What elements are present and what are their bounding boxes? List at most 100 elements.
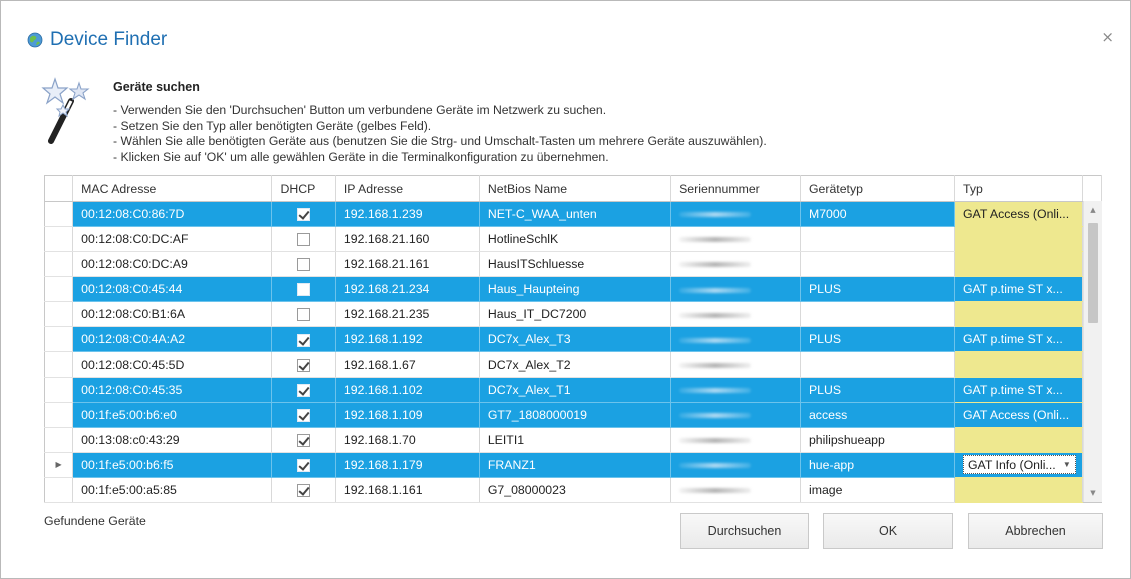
dhcp-checkbox[interactable] — [297, 308, 311, 322]
dhcp-checkbox[interactable] — [297, 233, 311, 247]
chevron-down-icon[interactable]: ▼ — [1063, 460, 1071, 469]
row-indicator[interactable] — [44, 402, 74, 428]
row-indicator[interactable] — [44, 351, 74, 378]
dhcp-cell[interactable] — [271, 351, 336, 378]
table-row[interactable]: 00:12:08:C0:DC:A9 192.168.21.161 HausITSch… — [44, 251, 1102, 278]
dhcp-checkbox[interactable] — [297, 358, 311, 372]
device-finder-dialog: Device Finder × Geräte suchen - Verwende… — [0, 0, 1131, 579]
mac-cell: 00:12:08:C0:B1:6A — [72, 301, 273, 328]
mac-cell: 00:1f:e5:00:b6:e0 — [72, 402, 273, 428]
table-row[interactable]: 00:12:08:C0:86:7D 192.168.1.239 NET-C_WAA_… — [44, 201, 1102, 228]
redacted-serial — [679, 237, 752, 243]
type-cell[interactable]: GAT Info (Onli... ▼ — [954, 452, 1083, 478]
type-cell[interactable] — [954, 477, 1083, 504]
instruction-line: - Wählen Sie alle benötigten Geräte aus … — [113, 134, 767, 149]
dhcp-checkbox[interactable] — [297, 258, 311, 272]
row-indicator[interactable]: ▶ — [44, 452, 74, 478]
dhcp-checkbox[interactable] — [297, 208, 311, 222]
table-row[interactable]: 00:12:08:C0:45:35 192.168.1.102 DC7x_Alex_… — [44, 377, 1102, 403]
serial-cell — [670, 377, 801, 403]
scroll-down-icon[interactable]: ▼ — [1084, 486, 1102, 500]
scroll-up-icon[interactable]: ▲ — [1084, 203, 1102, 217]
redacted-serial — [679, 212, 752, 218]
devtype-cell: PLUS — [800, 326, 955, 353]
search-button[interactable]: Durchsuchen — [680, 513, 809, 549]
row-indicator[interactable] — [44, 276, 74, 303]
table-row[interactable]: 00:12:08:C0:45:5D 192.168.1.67 DC7x_Alex_T… — [44, 351, 1102, 378]
dhcp-cell[interactable] — [271, 402, 336, 428]
table-row[interactable]: 00:12:08:C0:B1:6A 192.168.21.235 Haus_IT_D… — [44, 301, 1102, 328]
row-indicator[interactable] — [44, 201, 74, 228]
mac-cell: 00:12:08:C0:DC:A9 — [72, 251, 273, 278]
type-dropdown[interactable]: GAT Info (Onli... ▼ — [962, 455, 1076, 475]
scroll-thumb[interactable] — [1088, 223, 1098, 323]
row-indicator[interactable] — [44, 477, 74, 504]
type-cell[interactable]: GAT Access (Onli... — [954, 201, 1083, 228]
row-indicator[interactable] — [44, 427, 74, 453]
dialog-title: Device Finder — [50, 29, 168, 50]
dhcp-checkbox[interactable] — [297, 433, 311, 447]
type-cell[interactable] — [954, 427, 1083, 453]
dhcp-checkbox[interactable] — [297, 283, 311, 297]
dhcp-cell[interactable] — [271, 427, 336, 453]
table-row[interactable]: 00:12:08:C0:4A:A2 192.168.1.192 DC7x_Alex_… — [44, 326, 1102, 353]
type-cell[interactable]: GAT p.time ST x... — [954, 326, 1083, 353]
type-cell[interactable] — [954, 226, 1083, 253]
table-row[interactable]: 00:12:08:C0:DC:AF 192.168.21.160 HotlineSc… — [44, 226, 1102, 253]
column-header-devtype[interactable]: Gerätetyp — [800, 175, 955, 202]
column-header-netbios[interactable]: NetBios Name — [479, 175, 672, 202]
serial-cell — [670, 351, 801, 378]
found-devices-label: Gefundene Geräte — [44, 514, 146, 528]
mac-cell: 00:12:08:C0:45:35 — [72, 377, 273, 403]
column-header-serial[interactable]: Seriennummer — [670, 175, 801, 202]
dhcp-checkbox[interactable] — [297, 484, 311, 498]
instructions: Geräte suchen - Verwenden Sie den 'Durch… — [113, 80, 767, 166]
column-header-dhcp[interactable]: DHCP — [271, 175, 336, 202]
devtype-cell: hue-app — [800, 452, 955, 478]
dhcp-cell[interactable] — [271, 251, 336, 278]
dhcp-cell[interactable] — [271, 477, 336, 504]
dhcp-cell[interactable] — [271, 201, 336, 228]
type-cell[interactable] — [954, 251, 1083, 278]
table-row[interactable]: 00:1f:e5:00:b6:e0 192.168.1.109 GT7_180800… — [44, 402, 1102, 428]
dhcp-cell[interactable] — [271, 276, 336, 303]
dhcp-checkbox[interactable] — [297, 333, 311, 347]
row-indicator[interactable] — [44, 326, 74, 353]
row-indicator[interactable] — [44, 377, 74, 403]
type-dropdown-value: GAT Info (Onli... — [967, 457, 1056, 472]
table-row[interactable]: ▶ 00:1f:e5:00:b6:f5 192.168.1.179 FRANZ1 hue… — [44, 452, 1102, 478]
table-row[interactable]: 00:13:08:c0:43:29 192.168.1.70 LEITI1 phili… — [44, 427, 1102, 453]
row-indicator[interactable] — [44, 226, 74, 253]
dhcp-cell[interactable] — [271, 452, 336, 478]
row-indicator[interactable] — [44, 301, 74, 328]
row-indicator[interactable] — [44, 251, 74, 278]
ip-cell: 192.168.1.161 — [335, 477, 480, 504]
column-header-mac[interactable]: MAC Adresse — [72, 175, 273, 202]
dhcp-checkbox[interactable] — [297, 458, 311, 472]
netbios-cell: G7_08000023 — [479, 477, 672, 504]
vertical-scrollbar[interactable]: ▲ ▼ — [1083, 201, 1102, 502]
dhcp-cell[interactable] — [271, 326, 336, 353]
devtype-cell: access — [800, 402, 955, 428]
type-cell[interactable] — [954, 301, 1083, 328]
dhcp-cell[interactable] — [271, 301, 336, 328]
type-cell[interactable]: GAT p.time ST x... — [954, 276, 1083, 303]
column-header-typ[interactable]: Typ — [954, 175, 1083, 202]
mac-cell: 00:12:08:C0:4A:A2 — [72, 326, 273, 353]
close-icon[interactable]: × — [1101, 28, 1114, 46]
table-row[interactable]: 00:1f:e5:00:a5:85 192.168.1.161 G7_0800002… — [44, 477, 1102, 504]
serial-cell — [670, 301, 801, 328]
dhcp-checkbox[interactable] — [297, 408, 311, 422]
dhcp-checkbox[interactable] — [297, 383, 311, 397]
cancel-button[interactable]: Abbrechen — [968, 513, 1103, 549]
table-row[interactable]: 00:12:08:C0:45:44 192.168.21.234 Haus_Haup… — [44, 276, 1102, 303]
type-cell[interactable] — [954, 351, 1083, 378]
dhcp-cell[interactable] — [271, 226, 336, 253]
dhcp-cell[interactable] — [271, 377, 336, 403]
instructions-heading: Geräte suchen — [113, 80, 200, 94]
type-cell[interactable]: GAT p.time ST x... — [954, 377, 1083, 403]
ok-button[interactable]: OK — [823, 513, 953, 549]
devtype-cell: M7000 — [800, 201, 955, 228]
column-header-ip[interactable]: IP Adresse — [335, 175, 480, 202]
type-cell[interactable]: GAT Access (Onli... — [954, 402, 1083, 428]
